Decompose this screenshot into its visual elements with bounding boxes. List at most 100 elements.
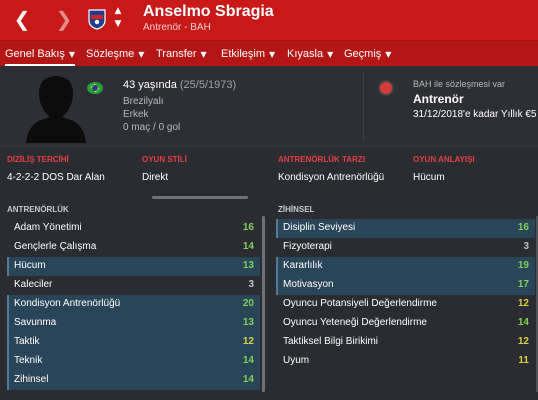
highlight-marker — [7, 371, 9, 390]
tab-transfer[interactable]: Transfer ▼ — [156, 41, 207, 67]
attribute-label: Taktik — [14, 336, 40, 347]
tab-kiyasla[interactable]: Kıyasla ▼ — [287, 41, 333, 67]
attribute-label: Disiplin Seviyesi — [283, 222, 356, 233]
mental-section-title: ZİHİNSEL — [278, 205, 315, 214]
attribute-label: Savunma — [14, 317, 57, 328]
attribute-value: 3 — [523, 241, 529, 252]
tab-label: Genel Bakış — [5, 48, 65, 60]
age-text: 43 yaşında — [123, 79, 177, 91]
highlight-marker — [7, 257, 9, 276]
attribute-row[interactable]: Kaleciler 3 — [7, 276, 260, 295]
coaching-style-value: Kondisyon Antrenörlüğü — [278, 172, 385, 183]
tab-sozlesme[interactable]: Sözleşme ▼ — [86, 41, 144, 67]
attribute-label: Gençlerle Çalışma — [14, 241, 97, 252]
stats-text: 0 maç / 0 gol — [123, 122, 181, 133]
attribute-value: 13 — [242, 317, 254, 328]
nationality-text: Brezilyalı — [123, 96, 164, 107]
chevron-down-icon: ▼ — [68, 50, 76, 59]
back-arrow-icon[interactable]: ❮ — [12, 7, 32, 31]
attribute-label: Uyum — [283, 355, 310, 366]
attribute-row[interactable]: Fizyoterapi 3 — [276, 238, 535, 257]
tab-etkilesim[interactable]: Etkileşim ▼ — [221, 41, 275, 67]
up-arrow-icon[interactable]: ▲ — [112, 5, 124, 18]
tab-label: Sözleşme — [86, 48, 135, 60]
attribute-row[interactable]: Disiplin Seviyesi 16 — [276, 219, 535, 238]
attribute-value: 14 — [242, 241, 254, 252]
contract-role: Antrenör — [413, 92, 464, 106]
highlight-marker — [276, 276, 278, 295]
club-badge-icon[interactable] — [378, 80, 394, 96]
attribute-label: Kaleciler — [14, 279, 53, 290]
down-arrow-icon[interactable]: ▼ — [112, 18, 124, 31]
gender-text: Erkek — [123, 109, 149, 120]
tab-label: Transfer — [156, 48, 197, 60]
attribute-row[interactable]: Teknik 14 — [7, 352, 260, 371]
attribute-row[interactable]: Motivasyon 17 — [276, 276, 535, 295]
divider — [363, 72, 364, 142]
philosophy-value: Hücum — [413, 172, 445, 183]
style-heading: OYUN STİLİ — [142, 155, 187, 164]
attribute-value: 12 — [517, 336, 529, 347]
highlight-marker — [7, 333, 9, 352]
tab-gecmis[interactable]: Geçmiş ▼ — [344, 41, 391, 67]
horizontal-scrollbar[interactable] — [152, 196, 248, 199]
contract-label: BAH ile sözleşmesi var — [413, 79, 506, 89]
formation-heading: DİZİLİŞ TERCİHİ — [7, 155, 69, 164]
dob-text: (25/5/1973) — [179, 79, 237, 91]
attribute-row[interactable]: Kondisyon Antrenörlüğü 20 — [7, 295, 260, 314]
chevron-down-icon: ▼ — [138, 50, 145, 59]
style-value: Direkt — [142, 172, 169, 183]
coaching-style-heading: ANTRENÖRLÜK TARZI — [278, 155, 365, 164]
tab-bar: Genel Bakış ▼ Sözleşme ▼ Transfer ▼ Etkileş… — [0, 40, 538, 66]
nationality-flag-icon — [87, 82, 103, 94]
attribute-label: Oyuncu Potansiyeli Değerlendirme — [283, 298, 437, 309]
coaching-section-title: ANTRENÖRLÜK — [7, 205, 69, 214]
page-title: Anselmo Sbragia — [143, 3, 274, 20]
up-down-arrows-icon[interactable]: ▲ ▼ — [112, 5, 124, 33]
attribute-value: 12 — [517, 298, 529, 309]
attribute-label: Zihinsel — [14, 374, 49, 385]
attribute-row[interactable]: Hücum 13 — [7, 257, 260, 276]
page-subtitle: Antrenör - BAH — [143, 22, 211, 33]
attribute-label: Teknik — [14, 355, 43, 366]
highlight-marker — [276, 257, 278, 276]
attribute-row[interactable]: Uyum 11 — [276, 352, 535, 371]
tab-genel-bakis[interactable]: Genel Bakış ▼ — [5, 41, 76, 67]
title-bar: ❮ ❯ ▲ ▼ Anselmo Sbragia Antrenör - BAH — [0, 0, 538, 40]
attribute-value: 20 — [242, 298, 254, 309]
attribute-label: Kondisyon Antrenörlüğü — [14, 298, 121, 309]
attribute-label: Oyuncu Yeteneği Değerlendirme — [283, 317, 427, 328]
attribute-row[interactable]: Kararlılık 19 — [276, 257, 535, 276]
attribute-row[interactable]: Zihinsel 14 — [7, 371, 260, 390]
contract-until: 31/12/2018'e kadar Yıllık €5 — [413, 109, 537, 120]
attribute-value: 12 — [242, 336, 254, 347]
attribute-row[interactable]: Gençlerle Çalışma 14 — [7, 238, 260, 257]
attribute-value: 11 — [518, 355, 529, 366]
vertical-scrollbar[interactable] — [262, 216, 265, 392]
highlight-marker — [7, 295, 9, 314]
attribute-value: 16 — [242, 222, 254, 233]
tab-label: Etkileşim — [221, 48, 266, 60]
tab-label: Geçmiş — [344, 48, 382, 60]
formation-value: 4-2-2-2 DOS Dar Alan — [7, 172, 105, 183]
attribute-row[interactable]: Adam Yönetimi 16 — [7, 219, 260, 238]
attribute-row[interactable]: Oyuncu Potansiyeli Değerlendirme 12 — [276, 295, 535, 314]
attribute-value: 17 — [517, 279, 529, 290]
attribute-value: 14 — [517, 317, 529, 328]
forward-arrow-icon[interactable]: ❯ — [54, 7, 74, 31]
highlight-marker — [7, 314, 9, 333]
attribute-label: Kararlılık — [283, 260, 323, 271]
attribute-label: Taktiksel Bilgi Birikimi — [283, 336, 379, 347]
attribute-row[interactable]: Oyuncu Yeteneği Değerlendirme 14 — [276, 314, 535, 333]
chevron-down-icon: ▼ — [269, 50, 276, 59]
attribute-value: 13 — [242, 260, 254, 271]
highlight-marker — [7, 352, 9, 371]
chevron-down-icon: ▼ — [327, 50, 334, 59]
tab-label: Kıyasla — [287, 48, 324, 60]
attribute-row[interactable]: Taktik 12 — [7, 333, 260, 352]
club-badge-icon[interactable] — [88, 8, 106, 30]
attribute-label: Adam Yönetimi — [14, 222, 82, 233]
attribute-row[interactable]: Savunma 13 — [7, 314, 260, 333]
attribute-row[interactable]: Taktiksel Bilgi Birikimi 12 — [276, 333, 535, 352]
chevron-down-icon: ▼ — [385, 50, 392, 59]
